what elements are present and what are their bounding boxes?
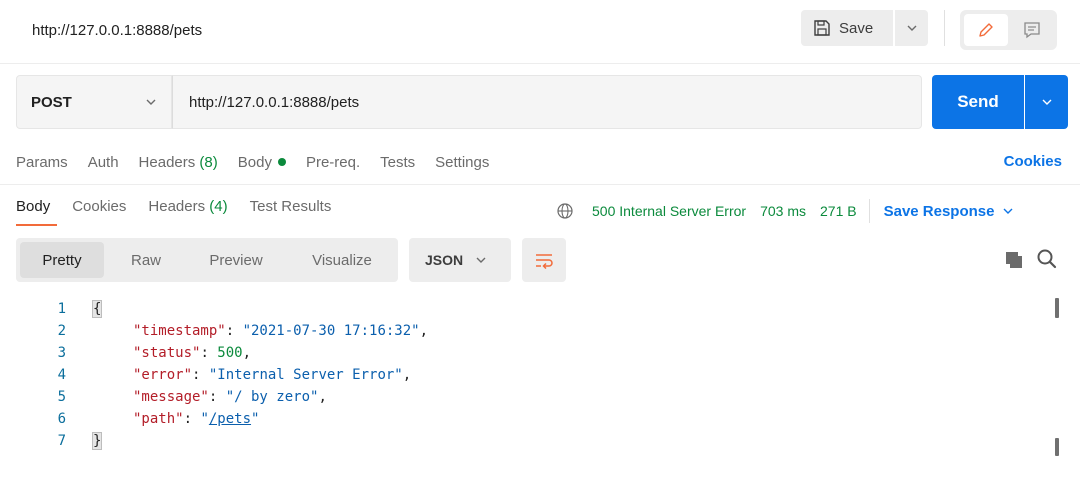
response-headers-count: (4) <box>209 198 228 215</box>
language-label: JSON <box>425 252 464 268</box>
response-meta: 500 Internal Server Error 703 ms 271 B S… <box>556 199 1014 223</box>
top-bar: http://127.0.0.1:8888/pets Save <box>0 0 1080 64</box>
chevron-down-icon <box>1003 208 1013 214</box>
copy-icon[interactable] <box>1004 250 1024 270</box>
scrollbar-thumb-top[interactable] <box>1055 298 1059 318</box>
code-line: 7 } <box>0 430 1040 452</box>
response-tabs: Body Cookies Headers (4) Test Results <box>16 198 353 215</box>
code-line: 6 "path": "/pets" <box>0 408 1040 430</box>
save-response-button[interactable]: Save Response <box>884 203 1015 220</box>
format-raw-button[interactable]: Raw <box>110 242 182 278</box>
tab-auth[interactable]: Auth <box>88 154 119 171</box>
headers-count-badge: (8) <box>199 153 218 171</box>
tab-headers-label: Headers <box>138 153 196 171</box>
globe-icon[interactable] <box>556 202 574 220</box>
path-link[interactable]: /pets <box>209 411 251 427</box>
code-line: 3 "status": 500, <box>0 342 1040 364</box>
comment-icon <box>1024 22 1040 39</box>
tab-headers[interactable]: Headers (8) <box>139 154 218 171</box>
line-number: 1 <box>57 301 66 317</box>
wrap-lines-icon <box>536 254 553 269</box>
open-brace: { <box>91 300 103 318</box>
json-key: "path" <box>133 411 184 427</box>
tab-response-headers[interactable]: Headers (4) <box>148 198 227 215</box>
toolbar-divider <box>944 10 945 46</box>
save-button[interactable]: Save <box>801 10 893 46</box>
tab-params[interactable]: Params <box>16 154 68 171</box>
json-key: "timestamp" <box>133 323 226 339</box>
code-line: 1 { <box>0 298 1040 320</box>
url-field[interactable] <box>172 75 922 129</box>
line-number: 7 <box>57 433 66 449</box>
close-brace: } <box>91 432 103 450</box>
json-key: "error" <box>133 367 193 383</box>
chevron-down-icon <box>146 99 156 105</box>
method-select[interactable]: POST <box>16 75 172 129</box>
json-key: "status" <box>133 345 201 361</box>
code-line: 5 "message": "/ by zero", <box>0 386 1040 408</box>
line-number: 2 <box>57 323 66 339</box>
pencil-icon <box>979 23 993 37</box>
cookies-link[interactable]: Cookies <box>1004 153 1062 170</box>
line-number: 5 <box>57 389 66 405</box>
edit-mode-button[interactable] <box>964 14 1008 46</box>
line-number: 4 <box>57 367 66 383</box>
tab-response-body[interactable]: Body <box>16 198 50 215</box>
request-title[interactable]: http://127.0.0.1:8888/pets <box>32 22 202 39</box>
comments-button[interactable] <box>1012 14 1052 46</box>
tab-test-results[interactable]: Test Results <box>250 198 332 215</box>
save-response-label: Save Response <box>883 202 995 220</box>
section-divider <box>0 184 1080 185</box>
tab-response-headers-label: Headers <box>148 198 206 215</box>
json-value: "2021-07-30 17:16:32" <box>242 323 420 339</box>
url-input[interactable] <box>189 93 889 111</box>
code-line: 4 "error": "Internal Server Error", <box>0 364 1040 386</box>
tab-response-cookies[interactable]: Cookies <box>72 198 126 215</box>
send-button[interactable]: Send <box>932 75 1024 129</box>
tab-body-label: Body <box>237 153 272 171</box>
send-options-button[interactable] <box>1025 75 1068 129</box>
request-tabs: Params Auth Headers (8) Body Pre-req. Te… <box>16 152 509 172</box>
chevron-down-icon <box>476 257 486 263</box>
json-key: "message" <box>133 389 209 405</box>
chevron-down-icon <box>1042 99 1051 105</box>
format-pretty-button[interactable]: Pretty <box>20 242 104 278</box>
response-size[interactable]: 271 B <box>820 203 857 219</box>
line-number: 3 <box>57 345 66 361</box>
code-line: 2 "timestamp": "2021-07-30 17:16:32", <box>0 320 1040 342</box>
scrollbar-thumb-bottom[interactable] <box>1055 438 1059 456</box>
save-label: Save <box>839 19 874 37</box>
save-options-button[interactable] <box>895 10 928 46</box>
active-tab-underline <box>16 224 57 226</box>
tab-settings[interactable]: Settings <box>435 154 489 171</box>
wrap-lines-button[interactable] <box>522 238 566 282</box>
json-value: "Internal Server Error" <box>208 367 403 383</box>
status-code[interactable]: 500 Internal Server Error <box>592 203 746 219</box>
method-label: POST <box>31 93 72 111</box>
chevron-down-icon <box>907 25 916 31</box>
json-value: 500 <box>217 345 243 361</box>
search-icon[interactable] <box>1036 248 1058 270</box>
tab-tests[interactable]: Tests <box>380 154 415 171</box>
body-indicator-dot <box>277 157 286 166</box>
save-icon <box>814 20 830 36</box>
json-value: "/ by zero" <box>225 389 319 405</box>
tab-body[interactable]: Body <box>238 154 286 171</box>
format-preview-button[interactable]: Preview <box>190 242 282 278</box>
meta-divider <box>868 199 870 223</box>
format-visualize-button[interactable]: Visualize <box>290 242 394 278</box>
tab-prereq[interactable]: Pre-req. <box>306 154 360 171</box>
line-number: 6 <box>57 411 66 427</box>
language-select[interactable]: JSON <box>409 238 511 282</box>
response-time[interactable]: 703 ms <box>760 203 806 219</box>
